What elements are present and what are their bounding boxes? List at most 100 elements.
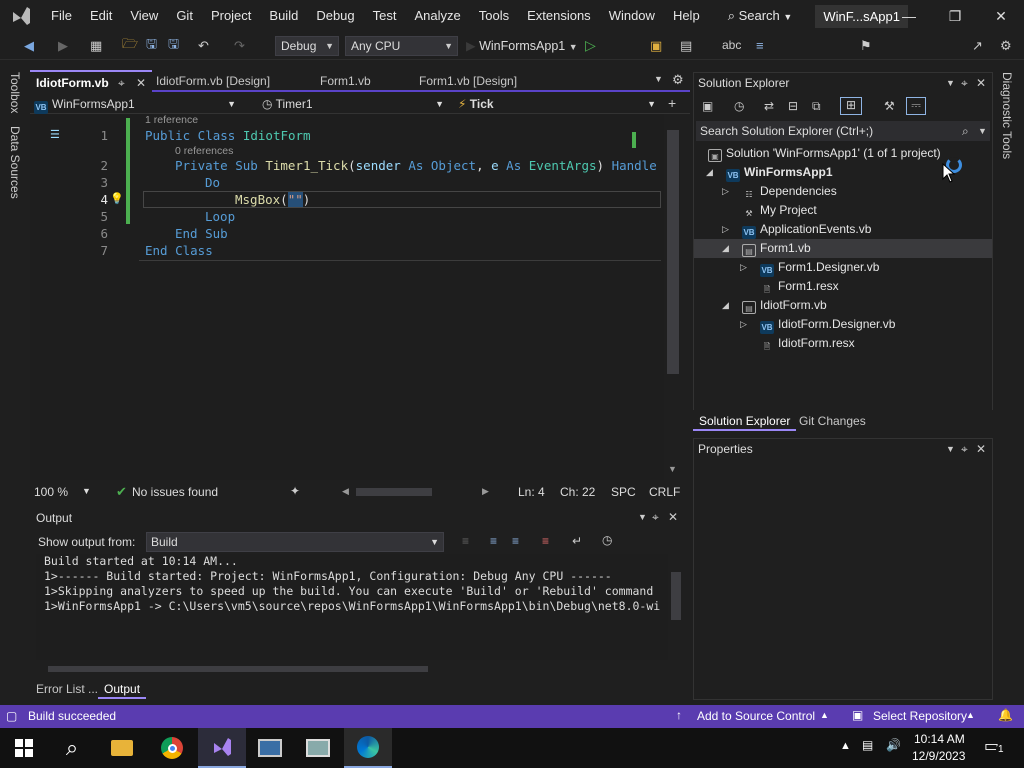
tab-idiotform-vb[interactable]: IdiotForm.vb ⌖ ✕ <box>30 70 152 92</box>
tree-item-idiotform-designer[interactable]: VB IdiotForm.Designer.vb <box>760 315 895 334</box>
whitespace-mode[interactable]: SPC <box>611 485 636 499</box>
scroll-left-icon[interactable]: ◀ <box>342 486 349 497</box>
edge-icon[interactable] <box>344 728 392 768</box>
word-wrap-icon[interactable]: ↵ <box>572 534 582 548</box>
split-icon[interactable]: + <box>668 95 676 111</box>
volume-icon[interactable]: 🔊 <box>886 738 901 752</box>
menu-tools[interactable]: Tools <box>470 0 518 32</box>
preview-icon[interactable]: ⎓ <box>906 97 926 115</box>
menu-build[interactable]: Build <box>260 0 307 32</box>
menu-extensions[interactable]: Extensions <box>518 0 600 32</box>
clear-all-icon[interactable]: ≡ <box>542 534 549 548</box>
output-text[interactable]: Build started at 10:14 AM... 1>------ Bu… <box>36 554 668 660</box>
menu-project[interactable]: Project <box>202 0 260 32</box>
configuration-dropdown[interactable]: Debug ▼ <box>275 36 339 56</box>
share-icon[interactable]: ↗ <box>972 38 983 54</box>
collapsed-arrow-icon[interactable]: ▷ <box>722 186 729 197</box>
tab-error-list[interactable]: Error List ... <box>30 679 104 699</box>
chevron-down-icon[interactable]: ▼ <box>638 512 647 522</box>
tab-git-changes[interactable]: Git Changes <box>793 411 872 431</box>
project-dropdown[interactable]: VB WinFormsApp1 ▼ <box>34 96 240 114</box>
codelens-method[interactable]: 0 references <box>175 145 233 157</box>
add-to-source-control[interactable]: Add to Source Control <box>697 709 815 723</box>
chevron-up-icon[interactable]: ▲ <box>840 740 851 752</box>
class-dropdown[interactable]: ◷ Timer1 ▼ <box>262 96 448 114</box>
clock-icon[interactable]: ◷ <box>602 533 612 547</box>
collapse-all-icon[interactable]: ⊟ <box>788 99 798 113</box>
menu-test[interactable]: Test <box>364 0 406 32</box>
close-icon[interactable]: ✕ <box>976 439 986 459</box>
tab-idiotform-design[interactable]: IdiotForm.vb [Design] <box>150 70 310 92</box>
notification-center-icon[interactable]: ▭ 1 <box>984 736 1006 758</box>
undo-icon[interactable]: ↶ <box>198 38 209 54</box>
search-icon[interactable]: ⌕ <box>48 728 96 768</box>
previous-message-icon[interactable]: ≡ <box>490 534 497 548</box>
editor-vertical-scrollbar[interactable]: ▼ <box>632 114 684 480</box>
pin-icon[interactable]: ⌖ <box>118 72 125 94</box>
issues-status[interactable]: No issues found <box>132 485 218 499</box>
tree-item-dependencies[interactable]: ☷ Dependencies <box>742 182 836 201</box>
show-all-files-icon[interactable]: ⧉ <box>812 99 821 114</box>
find-message-icon[interactable]: ≡ <box>462 534 469 548</box>
output-horizontal-scrollbar[interactable] <box>36 662 666 676</box>
horizontal-scroll-thumb[interactable] <box>356 488 432 496</box>
code-editor[interactable]: ☰ 1 reference 1 Public Class IdiotForm 0… <box>30 114 664 480</box>
chevron-up-icon[interactable]: ▲ <box>820 710 829 720</box>
chevron-down-icon[interactable]: ▼ <box>946 439 955 459</box>
new-project-icon[interactable]: ▦ <box>90 38 102 54</box>
diagnostic-tools-tab[interactable]: Diagnostic Tools <box>1000 72 1014 159</box>
start-button[interactable] <box>0 728 48 768</box>
member-dropdown[interactable]: ⚡ Tick ▼ <box>458 96 660 114</box>
collapsed-arrow-icon[interactable]: ▷ <box>740 262 747 273</box>
scroll-thumb[interactable] <box>667 130 679 374</box>
line-ending[interactable]: CRLF <box>649 485 680 499</box>
properties-wrench-icon[interactable]: ⚒ <box>884 99 895 113</box>
tab-form1-design[interactable]: Form1.vb [Design] <box>413 70 553 92</box>
minimize-icon[interactable]: — <box>886 0 932 32</box>
toolbox-tab[interactable]: Toolbox <box>8 72 22 113</box>
app-window-icon[interactable] <box>294 728 342 768</box>
pin-icon[interactable]: ⌖ <box>961 73 968 93</box>
file-explorer-icon[interactable] <box>98 728 146 768</box>
visual-studio-taskbar-icon[interactable] <box>198 728 246 768</box>
forward-icon[interactable]: ▶ <box>58 38 68 54</box>
format-icon[interactable]: ≡ <box>756 38 764 53</box>
scroll-right-icon[interactable]: ▶ <box>482 486 489 497</box>
clock-date[interactable]: 12/9/2023 <box>912 749 965 763</box>
lightbulb-icon[interactable]: 💡 <box>110 192 124 205</box>
brush-icon[interactable]: ✦ <box>290 484 300 498</box>
menu-help[interactable]: Help <box>664 0 709 32</box>
expanded-arrow-icon[interactable]: ◢ <box>706 167 713 178</box>
chevron-down-icon[interactable]: ▼ <box>82 486 91 496</box>
sync-icon[interactable]: ⇄ <box>764 99 774 113</box>
tree-item-form1[interactable]: ▤ Form1.vb <box>742 239 811 258</box>
scroll-thumb[interactable] <box>48 666 428 672</box>
network-icon[interactable]: ▤ <box>862 738 873 752</box>
quick-actions-icon[interactable]: ☰ <box>50 128 60 141</box>
data-sources-tab[interactable]: Data Sources <box>8 126 22 199</box>
menu-view[interactable]: View <box>121 0 167 32</box>
close-icon[interactable]: ✕ <box>136 72 146 94</box>
zoom-level[interactable]: 100 % <box>34 485 68 499</box>
settings-icon[interactable]: ⚙ <box>1000 38 1012 54</box>
codelens-class[interactable]: 1 reference <box>145 114 198 126</box>
collapsed-arrow-icon[interactable]: ▷ <box>722 224 729 235</box>
back-icon[interactable]: ◀ <box>24 38 34 54</box>
tree-item-idiotform-resx[interactable]: 🗎 IdiotForm.resx <box>760 334 855 353</box>
layout-icon[interactable]: ▤ <box>680 38 692 54</box>
tree-item-project[interactable]: VB WinFormsApp1 <box>726 163 833 182</box>
menu-edit[interactable]: Edit <box>81 0 121 32</box>
scroll-down-icon[interactable]: ▼ <box>668 464 677 474</box>
menu-window[interactable]: Window <box>600 0 664 32</box>
expanded-arrow-icon[interactable]: ◢ <box>722 300 729 311</box>
tree-item-application-events[interactable]: VB ApplicationEvents.vb <box>742 220 871 239</box>
tree-item-idiotform[interactable]: ▤ IdiotForm.vb <box>742 296 827 315</box>
menu-debug[interactable]: Debug <box>307 0 363 32</box>
save-icon[interactable]: 🖫 <box>146 36 157 54</box>
tab-form1-vb[interactable]: Form1.vb <box>314 70 409 92</box>
remote-desktop-icon[interactable] <box>246 728 294 768</box>
close-icon[interactable]: ✕ <box>976 73 986 93</box>
start-debug-button[interactable]: ▶ WinFormsApp1 ▼ <box>466 38 578 53</box>
tree-item-solution[interactable]: ▣ Solution 'WinFormsApp1' (1 of 1 project… <box>708 144 941 163</box>
close-icon[interactable]: ✕ <box>978 0 1024 32</box>
